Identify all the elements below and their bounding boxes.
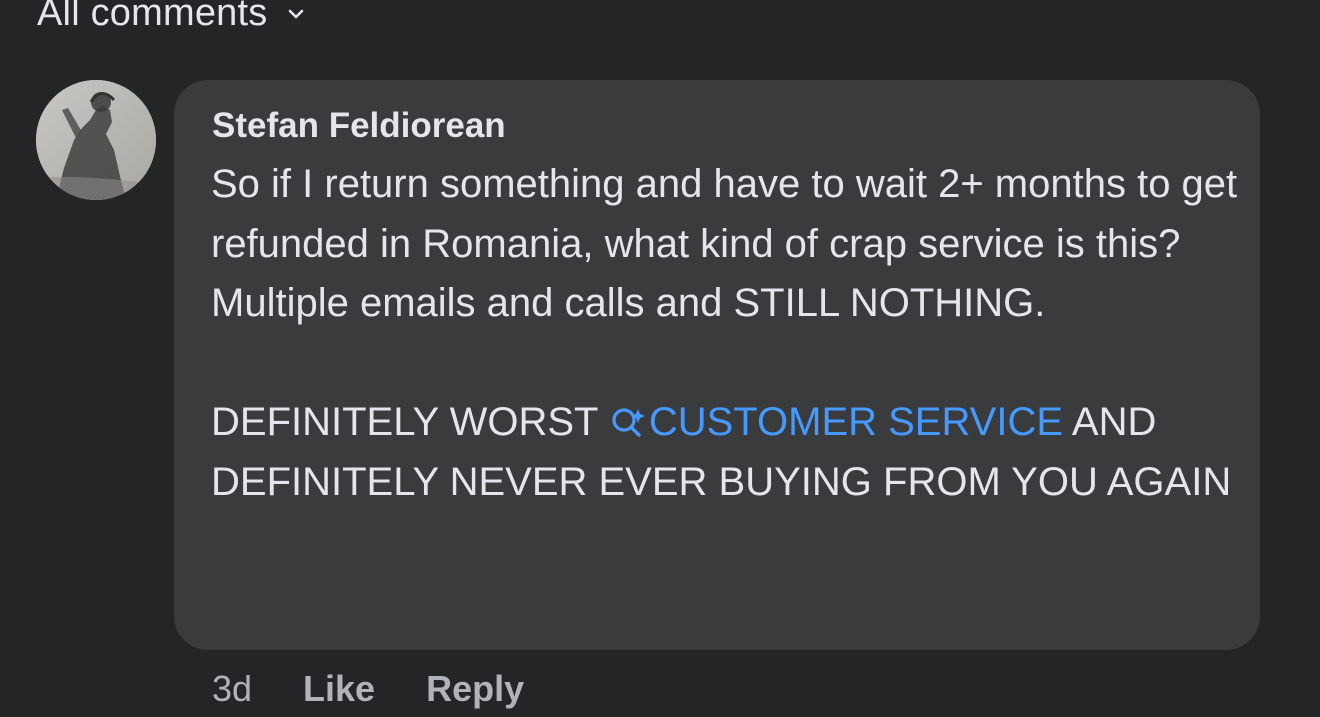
comment-bubble: Stefan Feldiorean So if I return somethi…: [174, 80, 1260, 650]
comment-author[interactable]: Stefan Feldiorean: [212, 106, 506, 146]
comment-timestamp[interactable]: 3d: [212, 668, 252, 710]
comment-text: So if I return something and have to wai…: [211, 155, 1241, 512]
comments-filter-label: All comments: [37, 0, 268, 34]
comments-page: All comments Stefan Feldiorean So if I r…: [0, 0, 1320, 717]
like-button[interactable]: Like: [303, 668, 375, 710]
customer-service-link-text: CUSTOMER SERVICE: [648, 400, 1064, 444]
search-icon: [612, 408, 645, 437]
chevron-down-icon: [289, 9, 304, 18]
avatar-image: [36, 80, 156, 200]
comment-actions: 3d Like Reply: [212, 668, 524, 710]
reply-button[interactable]: Reply: [426, 668, 524, 710]
avatar[interactable]: [36, 80, 156, 200]
customer-service-search-link[interactable]: CUSTOMER SERVICE: [609, 400, 1063, 444]
comments-filter-dropdown[interactable]: All comments: [37, 0, 307, 35]
